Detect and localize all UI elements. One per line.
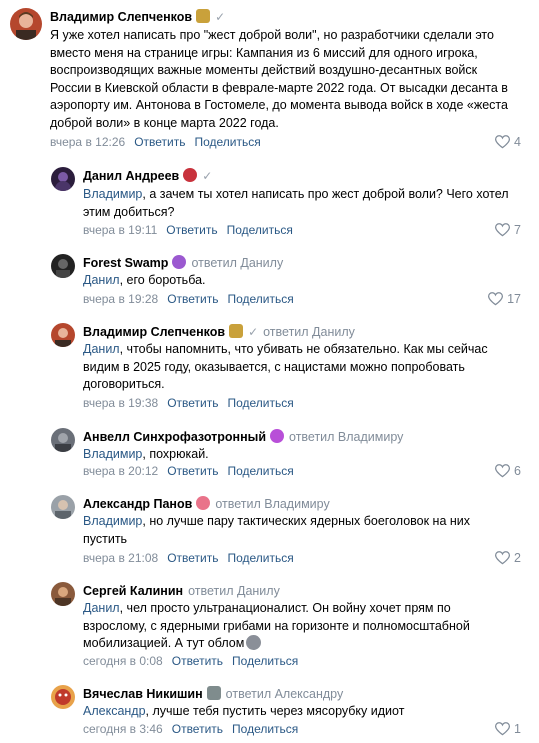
- mention-link[interactable]: Владимир: [83, 514, 142, 528]
- author-name[interactable]: Forest Swamp: [83, 256, 168, 270]
- mention-link[interactable]: Данил: [83, 601, 120, 615]
- share-button[interactable]: Поделиться: [232, 654, 298, 668]
- like-count: 6: [514, 464, 521, 478]
- author-name[interactable]: Владимир Слепченков: [50, 10, 192, 24]
- reply-button[interactable]: Ответить: [167, 292, 218, 306]
- heart-icon: [495, 551, 511, 565]
- reply-to-label[interactable]: ответил Данилу: [191, 256, 283, 270]
- reply-button[interactable]: Ответить: [172, 654, 223, 668]
- heart-icon: [495, 223, 511, 237]
- comment-text: Данил, чел просто ультранационалист. Он …: [83, 600, 517, 653]
- avatar[interactable]: [51, 323, 75, 347]
- author-name[interactable]: Сергей Калинин: [83, 584, 183, 598]
- mention-link[interactable]: Александр: [83, 704, 146, 718]
- comment-text-body: , похрюкай.: [142, 447, 209, 461]
- verified-check-icon: ✓: [248, 325, 259, 339]
- comment-time[interactable]: вчера в 12:26: [50, 135, 125, 149]
- award-badge-icon: [270, 429, 285, 443]
- reply-to-label[interactable]: ответил Данилу: [188, 584, 280, 598]
- heart-icon: [495, 464, 511, 478]
- comment-time[interactable]: вчера в 19:11: [83, 223, 157, 237]
- comment-text: Владимир, но лучше пару тактических ядер…: [83, 513, 517, 548]
- award-badge-icon: [172, 255, 187, 269]
- comment-text: Владимир, а зачем ты хотел написать про …: [83, 186, 517, 221]
- award-badge-icon: [196, 496, 211, 510]
- heart-icon: [495, 135, 511, 149]
- share-button[interactable]: Поделиться: [232, 722, 298, 736]
- comment-text-body: , чел просто ультранационалист. Он войну…: [83, 601, 470, 651]
- reply-to-label[interactable]: ответил Александру: [226, 687, 344, 701]
- award-badge-icon: [196, 9, 211, 23]
- author-name[interactable]: Вячеслав Никишин: [83, 687, 203, 701]
- verified-check-icon: ✓: [202, 169, 213, 183]
- like-count: 7: [514, 223, 521, 237]
- award-badge-icon: [229, 324, 244, 338]
- comment-text-body: , а зачем ты хотел написать про жест доб…: [83, 187, 509, 219]
- award-badge-icon: [183, 168, 198, 182]
- share-button[interactable]: Поделиться: [227, 396, 293, 410]
- comment-text: Данил, его боротьба.: [83, 272, 517, 290]
- comment-time[interactable]: вчера в 21:08: [83, 551, 158, 565]
- heart-icon: [488, 292, 504, 306]
- avatar[interactable]: [51, 582, 75, 606]
- like-count: 2: [514, 551, 521, 565]
- mention-link[interactable]: Данил: [83, 342, 120, 356]
- reply-button[interactable]: Ответить: [166, 223, 217, 237]
- reply-button[interactable]: Ответить: [167, 464, 218, 478]
- share-button[interactable]: Поделиться: [194, 135, 260, 149]
- like-count: 17: [507, 292, 521, 306]
- avatar[interactable]: [51, 685, 75, 709]
- avatar[interactable]: [51, 167, 75, 191]
- mention-link[interactable]: Владимир: [83, 447, 142, 461]
- author-name[interactable]: Владимир Слепченков: [83, 325, 225, 339]
- mention-link[interactable]: Данил: [83, 273, 120, 287]
- reply-button[interactable]: Ответить: [172, 722, 223, 736]
- author-name[interactable]: Анвелл Синхрофазотронный: [83, 430, 266, 444]
- reply-button[interactable]: Ответить: [167, 551, 218, 565]
- verified-check-icon: ✓: [215, 10, 226, 24]
- comment-text: Я уже хотел написать про "жест доброй во…: [50, 27, 517, 133]
- comment-text: Александр, лучше тебя пустить через мясо…: [83, 703, 517, 721]
- share-button[interactable]: Поделиться: [227, 292, 293, 306]
- like-count: 1: [514, 722, 521, 736]
- award-badge-icon: [206, 686, 221, 700]
- comment-text-body: , но лучше пару тактических ядерных боег…: [83, 514, 471, 546]
- avatar[interactable]: [51, 254, 75, 278]
- reply-button[interactable]: Ответить: [134, 135, 185, 149]
- reply-to-label[interactable]: ответил Владимиру: [215, 497, 329, 511]
- comment-time[interactable]: вчера в 19:38: [83, 396, 158, 410]
- author-name[interactable]: Александр Панов: [83, 497, 192, 511]
- like-button[interactable]: 4: [495, 135, 521, 149]
- avatar[interactable]: [10, 8, 42, 40]
- like-button[interactable]: 6: [495, 464, 521, 478]
- emoji-icon: [246, 635, 262, 651]
- like-button[interactable]: 7: [495, 223, 521, 237]
- heart-icon: [495, 722, 511, 736]
- share-button[interactable]: Поделиться: [227, 464, 293, 478]
- reply-button[interactable]: Ответить: [167, 396, 218, 410]
- mention-link[interactable]: Владимир: [83, 187, 142, 201]
- avatar[interactable]: [51, 428, 75, 452]
- comment-time[interactable]: сегодня в 3:46: [83, 722, 163, 736]
- comment-text-body: , его боротьба.: [119, 273, 206, 287]
- like-button[interactable]: 17: [488, 292, 521, 306]
- reply-to-label[interactable]: ответил Данилу: [263, 325, 355, 339]
- like-button[interactable]: 2: [495, 551, 521, 565]
- author-name[interactable]: Данил Андреев: [83, 169, 179, 183]
- like-count: 4: [514, 135, 521, 149]
- comment-text-body: Я уже хотел написать про "жест доброй во…: [50, 28, 508, 130]
- reply-to-label[interactable]: ответил Владимиру: [289, 430, 403, 444]
- comment-time[interactable]: вчера в 20:12: [83, 464, 158, 478]
- like-button[interactable]: 1: [495, 722, 521, 736]
- avatar[interactable]: [51, 495, 75, 519]
- comment-text: Владимир, похрюкай.: [83, 446, 517, 464]
- comment-time[interactable]: вчера в 19:28: [83, 292, 158, 306]
- share-button[interactable]: Поделиться: [227, 551, 293, 565]
- share-button[interactable]: Поделиться: [227, 223, 293, 237]
- comment-time[interactable]: сегодня в 0:08: [83, 654, 163, 668]
- comment-text-body: , чтобы напомнить, что убивать не обязат…: [83, 342, 488, 392]
- comment-text-body: , лучше тебя пустить через мясорубку иди…: [145, 704, 405, 718]
- comment-text: Данил, чтобы напомнить, что убивать не о…: [83, 341, 517, 394]
